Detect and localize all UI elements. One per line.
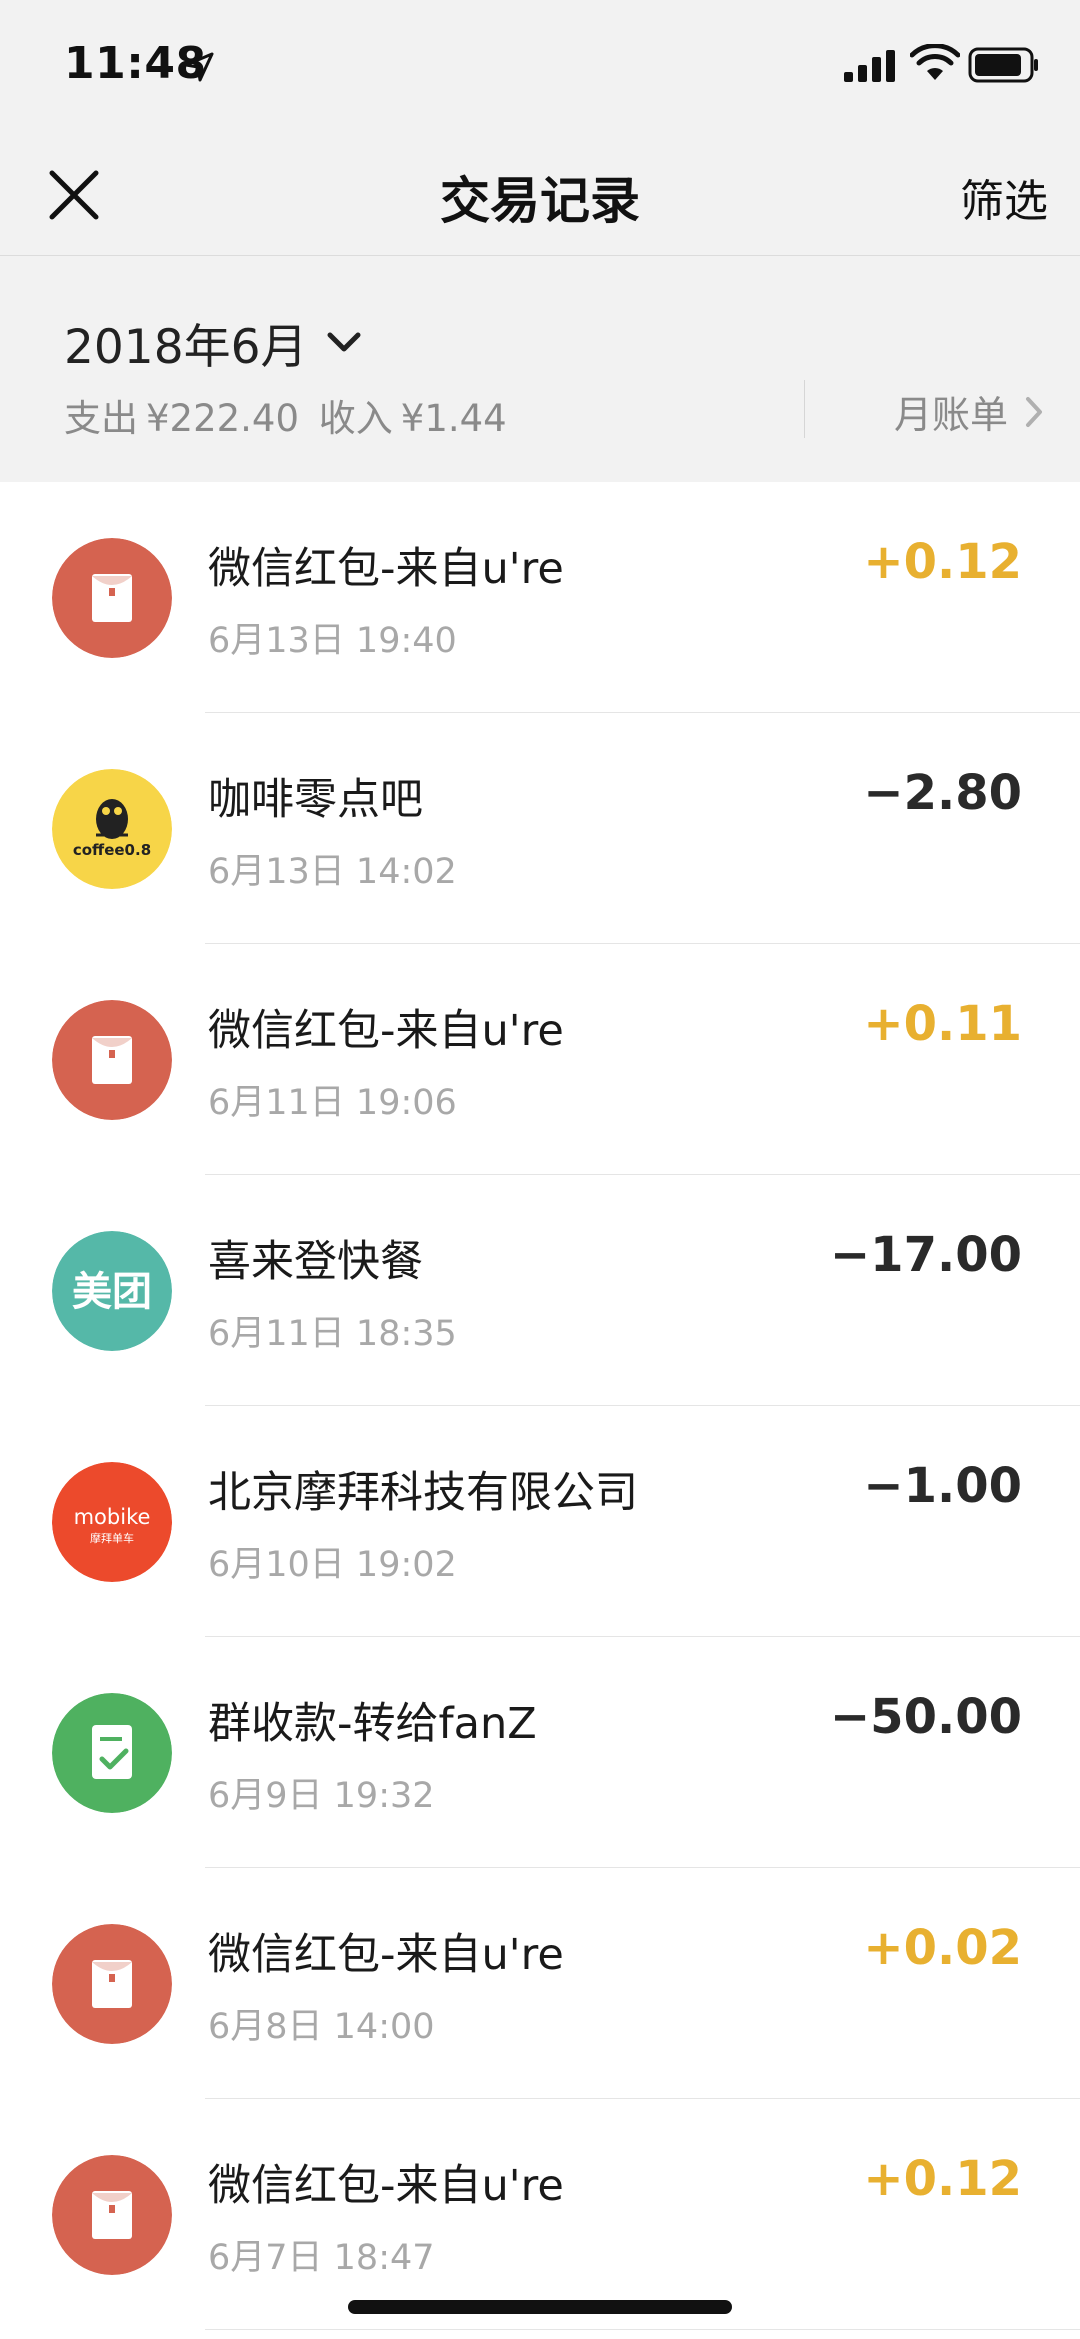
status-bar: 11:48 [0, 0, 1080, 135]
transaction-row[interactable]: 微信红包-来自u're 6月8日 14:00 +0.02 [0, 1868, 1080, 2099]
battery-icon [968, 47, 1038, 83]
transaction-row[interactable]: 微信红包-来自u're 6月7日 18:47 +0.12 [0, 2099, 1080, 2330]
transaction-amount: −17.00 [829, 1227, 1022, 1283]
transaction-title: 咖啡零点吧 [208, 775, 423, 825]
income-label: 收入 [318, 397, 393, 440]
transaction-title: 微信红包-来自u're [208, 1006, 564, 1056]
transaction-amount: −1.00 [863, 1458, 1022, 1514]
transaction-date: 6月10日 19:02 [208, 1545, 457, 1585]
coffee-logo-text: coffee0.8 [73, 841, 151, 859]
transaction-title: 微信红包-来自u're [208, 1930, 564, 1980]
transaction-date: 6月9日 19:32 [208, 1776, 435, 1816]
mobike-logo-text: mobike [74, 1505, 151, 1529]
transaction-date: 6月11日 18:35 [208, 1314, 457, 1354]
filter-button[interactable]: 筛选 [960, 165, 1048, 229]
transaction-amount: +0.12 [863, 534, 1022, 590]
meituan-icon: 美团 [52, 1231, 172, 1351]
transaction-title: 北京摩拜科技有限公司 [208, 1468, 638, 1518]
transaction-row[interactable]: 群收款-转给fanZ 6月9日 19:32 −50.00 [0, 1637, 1080, 1868]
transaction-title: 微信红包-来自u're [208, 2161, 564, 2211]
expense-value: ¥222.40 [146, 397, 300, 440]
transaction-date: 6月13日 19:40 [208, 621, 457, 661]
transaction-date: 6月11日 19:06 [208, 1083, 457, 1123]
transaction-title: 喜来登快餐 [208, 1237, 423, 1287]
month-label: 2018年6月 [64, 319, 308, 375]
wifi-icon [910, 44, 960, 80]
meituan-logo-text: 美团 [72, 1269, 152, 1315]
nav-bar: 交易记录 筛选 [0, 135, 1080, 256]
transaction-amount: +0.02 [863, 1920, 1022, 1976]
transaction-row[interactable]: mobike 摩拜单车 北京摩拜科技有限公司 6月10日 19:02 −1.00 [0, 1406, 1080, 1637]
red-packet-icon [52, 2155, 172, 2275]
transaction-list: 微信红包-来自u're 6月13日 19:40 +0.12 coffee0.8 … [0, 482, 1080, 2330]
red-packet-icon [52, 1924, 172, 2044]
location-arrow-icon [184, 52, 214, 82]
transaction-row[interactable]: 美团 喜来登快餐 6月11日 18:35 −17.00 [0, 1175, 1080, 1406]
transaction-date: 6月7日 18:47 [208, 2238, 435, 2278]
expense-label: 支出 [64, 397, 138, 440]
transaction-date: 6月13日 14:02 [208, 852, 457, 892]
coffee-owl-icon: coffee0.8 [52, 769, 172, 889]
month-summary-header: 2018年6月 支出 ¥222.40 收入 ¥1.44 月账单 [0, 256, 1080, 482]
chevron-down-icon [327, 332, 361, 352]
month-summary: 支出 ¥222.40 收入 ¥1.44 [64, 388, 515, 442]
mobike-logo-subtext: 摩拜单车 [90, 1531, 134, 1545]
transaction-title: 微信红包-来自u're [208, 544, 564, 594]
transaction-amount: +0.11 [863, 996, 1022, 1052]
mobike-icon: mobike 摩拜单车 [52, 1462, 172, 1582]
red-packet-icon [52, 1000, 172, 1120]
transaction-title: 群收款-转给fanZ [208, 1699, 537, 1749]
cellular-signal-icon [844, 50, 895, 82]
income-value: ¥1.44 [400, 397, 507, 440]
transaction-row[interactable]: 微信红包-来自u're 6月13日 19:40 +0.12 [0, 482, 1080, 713]
transaction-date: 6月8日 14:00 [208, 2007, 435, 2047]
month-picker[interactable]: 2018年6月 [64, 312, 362, 375]
home-indicator[interactable] [348, 2300, 732, 2314]
monthly-bill-label: 月账单 [893, 393, 1008, 437]
transaction-row[interactable]: coffee0.8 咖啡零点吧 6月13日 14:02 −2.80 [0, 713, 1080, 944]
divider [804, 380, 805, 438]
chevron-right-icon [1026, 396, 1042, 427]
group-collect-icon [52, 1693, 172, 1813]
transaction-amount: −50.00 [829, 1689, 1022, 1745]
monthly-bill-link[interactable]: 月账单 [894, 384, 1044, 439]
transaction-amount: +0.12 [863, 2151, 1022, 2207]
transaction-amount: −2.80 [863, 765, 1022, 821]
red-packet-icon [52, 538, 172, 658]
page-title: 交易记录 [440, 172, 640, 230]
transaction-row[interactable]: 微信红包-来自u're 6月11日 19:06 +0.11 [0, 944, 1080, 1175]
